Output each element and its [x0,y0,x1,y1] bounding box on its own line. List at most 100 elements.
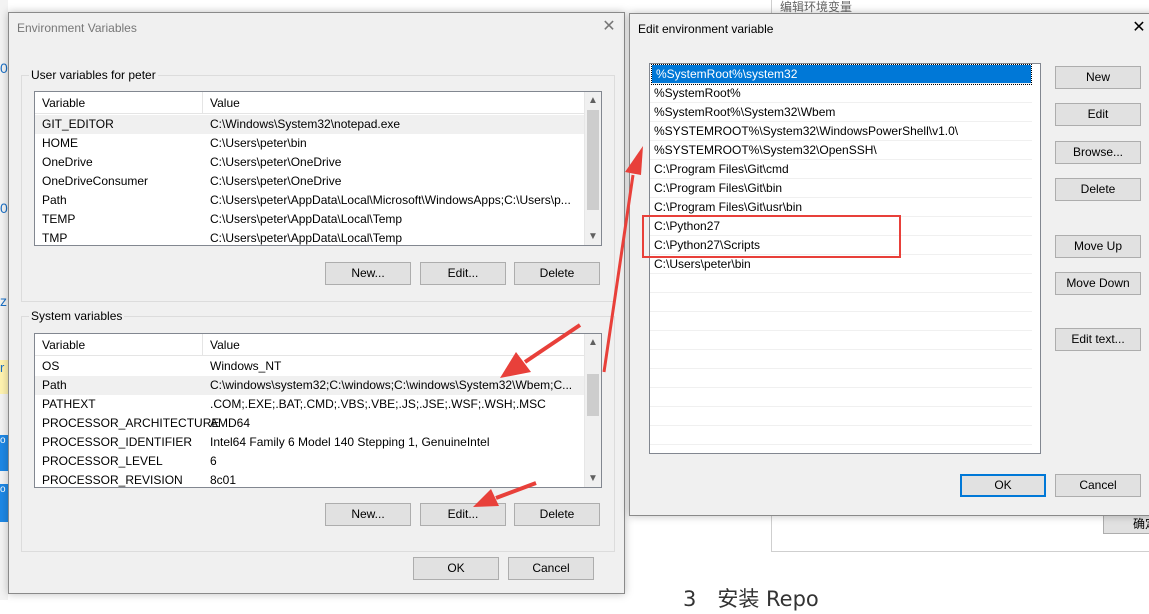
background-link-fragment[interactable]: 00 [0,60,8,76]
variable-name: TEMP [42,212,76,226]
path-item-empty [650,331,1032,350]
edit-text-button[interactable]: Edit text... [1055,328,1141,351]
variable-value: 6 [210,454,217,468]
ok-button[interactable]: OK [960,474,1046,497]
variable-name: HOME [42,136,78,150]
table-row[interactable]: PATHEXT .COM;.EXE;.BAT;.CMD;.VBS;.VBE;.JS… [35,395,584,414]
edit-environment-variable-dialog: Edit environment variable ✕ %SystemRoot%… [629,13,1149,516]
delete-button[interactable]: Delete [1055,178,1141,201]
user-delete-button[interactable]: Delete [514,262,600,285]
path-item-empty [650,274,1032,293]
variable-name: PROCESSOR_ARCHITECTURE [42,416,220,430]
path-item[interactable]: C:\Program Files\Git\bin [650,179,1032,198]
path-item[interactable]: C:\Program Files\Git\cmd [650,160,1032,179]
close-icon[interactable]: ✕ [1130,19,1148,37]
user-variables-list[interactable]: Variable Value GIT_EDITOR C:\Windows\Syst… [34,91,602,246]
table-row[interactable]: OS Windows_NT [35,357,584,376]
scroll-thumb[interactable] [587,110,599,210]
table-row[interactable]: PROCESSOR_IDENTIFIER Intel64 Family 6 Mod… [35,433,584,452]
table-row[interactable]: OneDriveConsumer C:\Users\peter\OneDrive [35,172,584,191]
path-item-empty [650,293,1032,312]
path-item-selected[interactable]: %SystemRoot%\system32 [651,64,1032,85]
dialog-title: Edit environment variable [638,22,774,36]
move-up-button[interactable]: Move Up [1055,235,1141,258]
path-item-empty [650,312,1032,331]
background-link-fragment: o [0,484,6,495]
path-item[interactable]: %SYSTEMROOT%\System32\WindowsPowerShell\… [650,122,1032,141]
variable-name: GIT_EDITOR [42,117,114,131]
variable-value: C:\Users\peter\OneDrive [210,174,342,188]
path-item-empty [650,350,1032,369]
variable-name: PATHEXT [42,397,96,411]
variable-name: OS [42,359,60,373]
highlight-rectangle [642,215,901,258]
path-item[interactable]: %SYSTEMROOT%\System32\OpenSSH\ [650,141,1032,160]
scroll-up-icon[interactable]: ▲ [585,92,601,109]
variable-name: Path [42,378,67,392]
ok-button[interactable]: OK [413,557,499,580]
variable-value: C:\Windows\System32\notepad.exe [210,117,401,131]
scroll-thumb[interactable] [587,374,599,416]
system-edit-button[interactable]: Edit... [420,503,506,526]
variable-value: Intel64 Family 6 Model 140 Stepping 1, G… [210,435,490,449]
column-header-value[interactable]: Value [202,334,582,356]
cancel-button[interactable]: Cancel [508,557,594,580]
table-row[interactable]: HOME C:\Users\peter\bin [35,134,584,153]
cancel-button[interactable]: Cancel [1055,474,1141,497]
variable-value: C:\Users\peter\AppData\Local\Temp [210,231,403,245]
user-variables-label: User variables for peter [29,68,158,82]
table-row[interactable]: PROCESSOR_REVISION 8c01 [35,471,584,487]
column-header-value[interactable]: Value [202,92,582,114]
path-item-empty [650,369,1032,388]
system-variables-list[interactable]: Variable Value OS Windows_NT Path C:\windo… [34,333,602,488]
path-item[interactable]: %SystemRoot% [650,84,1032,103]
background-link-fragment: r [0,360,5,375]
background-heading: 3 安装 Repo [683,587,819,611]
edit-button[interactable]: Edit [1055,103,1141,126]
background-link-fragment[interactable]: z [0,293,8,309]
table-row[interactable]: PROCESSOR_LEVEL 6 [35,452,584,471]
column-header-variable[interactable]: Variable [35,92,202,114]
scroll-up-icon[interactable]: ▲ [585,334,601,351]
path-item-empty [650,407,1032,426]
environment-variables-dialog: Environment Variables ✕ User variables f… [8,12,625,594]
user-variables-group: User variables for peter Variable Value … [21,68,615,302]
variable-value: C:\Users\peter\bin [210,136,307,150]
table-row-path-selected[interactable]: Path C:\windows\system32;C:\windows;C:\wi… [35,376,584,395]
user-edit-button[interactable]: Edit... [420,262,506,285]
system-new-button[interactable]: New... [325,503,411,526]
system-delete-button[interactable]: Delete [514,503,600,526]
variable-value: .COM;.EXE;.BAT;.CMD;.VBS;.VBE;.JS;.JSE;.… [210,397,546,411]
table-row[interactable]: TEMP C:\Users\peter\AppData\Local\Temp [35,210,584,229]
system-variables-group: System variables Variable Value OS Window… [21,309,615,552]
close-icon[interactable]: ✕ [600,18,618,36]
vertical-scrollbar[interactable]: ▲ ▼ [584,334,601,487]
browse-button[interactable]: Browse... [1055,141,1141,164]
dialog-titlebar[interactable]: Environment Variables ✕ [9,13,624,43]
variable-name: OneDrive [42,155,93,169]
scroll-down-icon[interactable]: ▼ [585,228,601,245]
background-link-fragment[interactable]: 00 [0,200,8,216]
path-entries-list[interactable]: %SystemRoot%\system32 %SystemRoot% %Syst… [649,63,1041,454]
system-variables-label: System variables [29,309,125,323]
path-item-empty [650,426,1032,445]
path-item[interactable]: %SystemRoot%\System32\Wbem [650,103,1032,122]
path-item-empty [650,388,1032,407]
variable-name: Path [42,193,67,207]
dialog-titlebar[interactable]: Edit environment variable ✕ [630,14,1149,44]
table-row[interactable]: TMP C:\Users\peter\AppData\Local\Temp [35,229,584,245]
variable-name: PROCESSOR_IDENTIFIER [42,435,193,449]
table-row[interactable]: Path C:\Users\peter\AppData\Local\Microso… [35,191,584,210]
list-rows: OS Windows_NT Path C:\windows\system32;C:\… [35,357,584,487]
table-row[interactable]: OneDrive C:\Users\peter\OneDrive [35,153,584,172]
variable-name: OneDriveConsumer [42,174,149,188]
table-row[interactable]: PROCESSOR_ARCHITECTURE AMD64 [35,414,584,433]
user-new-button[interactable]: New... [325,262,411,285]
background-badge: o [0,435,8,471]
scroll-down-icon[interactable]: ▼ [585,470,601,487]
table-row[interactable]: GIT_EDITOR C:\Windows\System32\notepad.ex… [35,115,584,134]
new-button[interactable]: New [1055,66,1141,89]
vertical-scrollbar[interactable]: ▲ ▼ [584,92,601,245]
column-header-variable[interactable]: Variable [35,334,202,356]
move-down-button[interactable]: Move Down [1055,272,1141,295]
